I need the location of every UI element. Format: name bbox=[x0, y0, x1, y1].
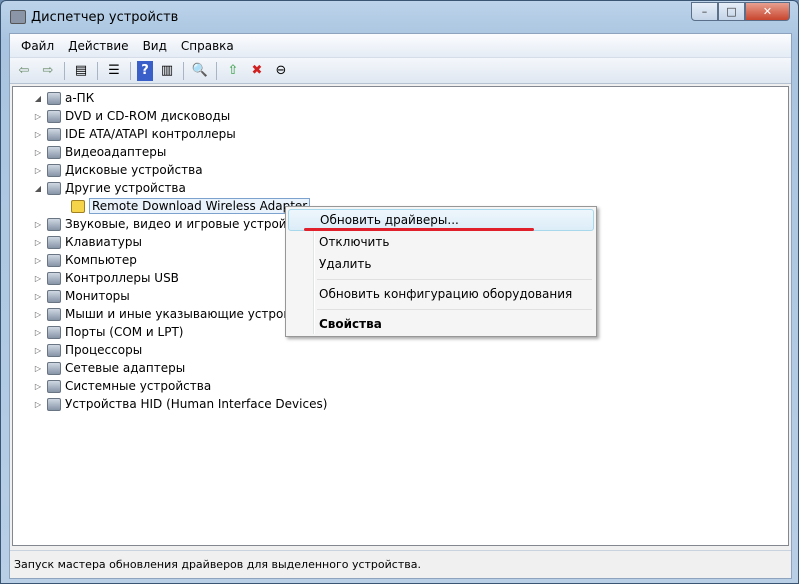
tree-item[interactable]: ▷ Процессоры bbox=[33, 341, 142, 359]
tree-item-other-devices[interactable]: ◢ Другие устройства bbox=[33, 179, 186, 197]
tree-item[interactable]: ▷ Сетевые адаптеры bbox=[33, 359, 185, 377]
tree-item[interactable]: ▷ Мониторы bbox=[33, 287, 130, 305]
tree-item[interactable]: ▷ Мыши и иные указывающие устройства bbox=[33, 305, 319, 323]
maximize-button[interactable]: □ bbox=[718, 2, 745, 21]
help-icon[interactable]: ? bbox=[137, 60, 153, 81]
tree-item[interactable]: ▷ Компьютер bbox=[33, 251, 137, 269]
menu-action[interactable]: Действие bbox=[61, 39, 135, 53]
tree-item[interactable]: ▷ IDE ATA/ATAPI контроллеры bbox=[33, 125, 236, 143]
menu-separator bbox=[317, 309, 592, 310]
tree-item[interactable]: ▷ Видеоадаптеры bbox=[33, 143, 166, 161]
tree-item[interactable]: ▷ Порты (COM и LPT) bbox=[33, 323, 184, 341]
back-icon[interactable]: ⇦ bbox=[14, 61, 34, 81]
close-button[interactable]: ✕ bbox=[745, 2, 790, 21]
menu-file[interactable]: Файл bbox=[14, 39, 61, 53]
context-menu: Обновить драйверы... Отключить Удалить О… bbox=[285, 206, 597, 337]
window-title: Диспетчер устройств bbox=[31, 10, 179, 25]
red-underline-annotation bbox=[304, 228, 534, 231]
tree-item[interactable]: ▷ Звуковые, видео и игровые устройства bbox=[33, 215, 315, 233]
menu-separator bbox=[317, 279, 592, 280]
properties-icon[interactable]: ☰ bbox=[104, 61, 124, 81]
menu-view[interactable]: Вид bbox=[136, 39, 174, 53]
menu-item-uninstall[interactable]: Удалить bbox=[288, 253, 594, 275]
forward-icon[interactable]: ⇨ bbox=[38, 61, 58, 81]
tree-item[interactable]: ▷ Устройства HID (Human Interface Devices… bbox=[33, 395, 327, 413]
menu-item-properties[interactable]: Свойства bbox=[288, 313, 594, 335]
minimize-button[interactable]: – bbox=[691, 2, 718, 21]
menu-item-scan-hardware[interactable]: Обновить конфигурацию оборудования bbox=[288, 283, 594, 305]
tree-item[interactable]: ▷ Клавиатуры bbox=[33, 233, 142, 251]
scan-hardware-icon[interactable]: 🔍 bbox=[190, 61, 210, 81]
tree-item[interactable]: ▷ Дисковые устройства bbox=[33, 161, 203, 179]
disable-icon[interactable]: ⊖ bbox=[271, 61, 291, 81]
tree-root[interactable]: ◢ а-ПК bbox=[33, 89, 94, 107]
toolbar: ⇦ ⇨ ▤ ☰ ? ▥ 🔍 ⇧ ✖ ⊖ bbox=[10, 58, 791, 84]
tree-item[interactable]: ▷ Системные устройства bbox=[33, 377, 211, 395]
device-manager-icon bbox=[10, 10, 26, 24]
uninstall-icon[interactable]: ✖ bbox=[247, 61, 267, 81]
update-driver-icon[interactable]: ⇧ bbox=[223, 61, 243, 81]
tree-item-remote-adapter[interactable]: Remote Download Wireless Adapter bbox=[71, 197, 311, 215]
warning-icon bbox=[71, 199, 85, 213]
show-hide-console-tree-icon[interactable]: ▤ bbox=[71, 61, 91, 81]
menu-help[interactable]: Справка bbox=[174, 39, 241, 53]
menu-item-disable[interactable]: Отключить bbox=[288, 231, 594, 253]
status-bar: Запуск мастера обновления драйверов для … bbox=[10, 550, 791, 578]
action-pane-icon[interactable]: ▥ bbox=[157, 61, 177, 81]
tree-item[interactable]: ▷ DVD и CD-ROM дисководы bbox=[33, 107, 230, 125]
menu-bar: Файл Действие Вид Справка bbox=[10, 34, 791, 58]
tree-item[interactable]: ▷ Контроллеры USB bbox=[33, 269, 179, 287]
